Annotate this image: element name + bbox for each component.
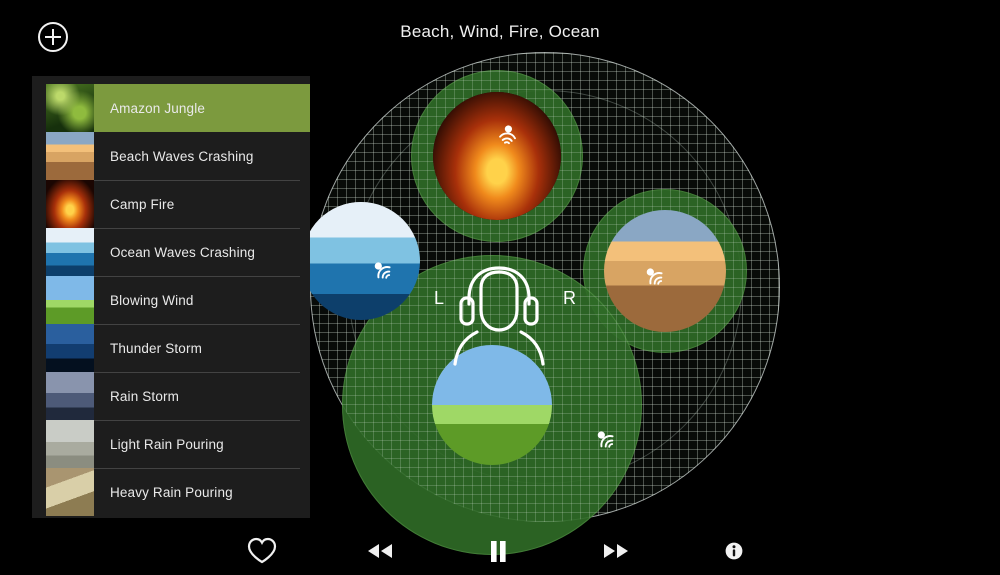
library-item[interactable]: Beach Waves Crashing [46,132,310,180]
plus-vertical-bar [51,29,54,45]
library-item[interactable]: Thunder Storm [46,324,310,372]
row-separator [94,324,300,325]
fast-forward-icon [604,544,628,558]
previous-button[interactable] [363,535,397,567]
row-separator [94,180,300,181]
row-separator [94,468,300,469]
library-item-thumbnail [46,420,94,468]
library-item-label: Beach Waves Crashing [110,148,254,164]
row-separator [94,372,300,373]
library-item-label: Light Rain Pouring [110,436,224,452]
library-item-thumbnail [46,372,94,420]
library-item[interactable]: Blowing Wind [46,276,310,324]
sound-source-artwork [433,92,561,220]
library-item-thumbnail [46,228,94,276]
library-item[interactable]: Light Rain Pouring [46,420,310,468]
library-item-label: Heavy Rain Pouring [110,484,233,500]
sound-source-artwork [432,345,552,465]
transport-bar [0,527,1000,575]
sound-source[interactable] [432,345,614,465]
row-separator [94,228,300,229]
library-item[interactable]: Camp Fire [46,180,310,228]
library-item-thumbnail [46,468,94,516]
library-item[interactable]: Rain Storm [46,372,310,420]
library-item-label: Camp Fire [110,196,175,212]
next-button[interactable] [599,535,633,567]
mix-title: Beach, Wind, Fire, Ocean [400,22,600,41]
sound-source-artwork [604,210,726,332]
library-item[interactable]: Amazon Jungle [46,84,310,132]
row-separator [94,276,300,277]
library-item-label: Blowing Wind [110,292,194,308]
pause-icon [491,541,506,562]
library-item-thumbnail [46,180,94,228]
sound-source[interactable] [604,210,726,332]
info-button[interactable] [717,535,751,567]
library-item-thumbnail [46,276,94,324]
play-pause-button[interactable] [481,535,515,567]
library-item-label: Thunder Storm [110,340,202,356]
library-item-label: Ocean Waves Crashing [110,244,256,260]
add-sound-button[interactable] [38,22,68,52]
library-item-thumbnail [46,324,94,372]
library-item[interactable]: Ocean Waves Crashing [46,228,310,276]
favorite-button[interactable] [245,535,279,567]
sound-source-artwork [302,202,420,320]
info-icon [725,542,743,560]
sound-source[interactable] [302,202,420,320]
library-item-label: Amazon Jungle [110,100,206,116]
row-separator [94,420,300,421]
library-item-thumbnail [46,132,94,180]
heart-icon [247,537,277,564]
library-item-label: Rain Storm [110,388,180,404]
sound-library-list[interactable]: Amazon Jungle Beach Waves Crashing Camp Fi… [32,76,310,518]
sound-source[interactable] [433,92,561,220]
rewind-icon [368,544,392,558]
library-item-thumbnail [46,84,94,132]
app-root: Beach, Wind, Fire, Ocean L R Amazon Jung… [0,0,1000,575]
library-item[interactable]: Heavy Rain Pouring [46,468,310,516]
